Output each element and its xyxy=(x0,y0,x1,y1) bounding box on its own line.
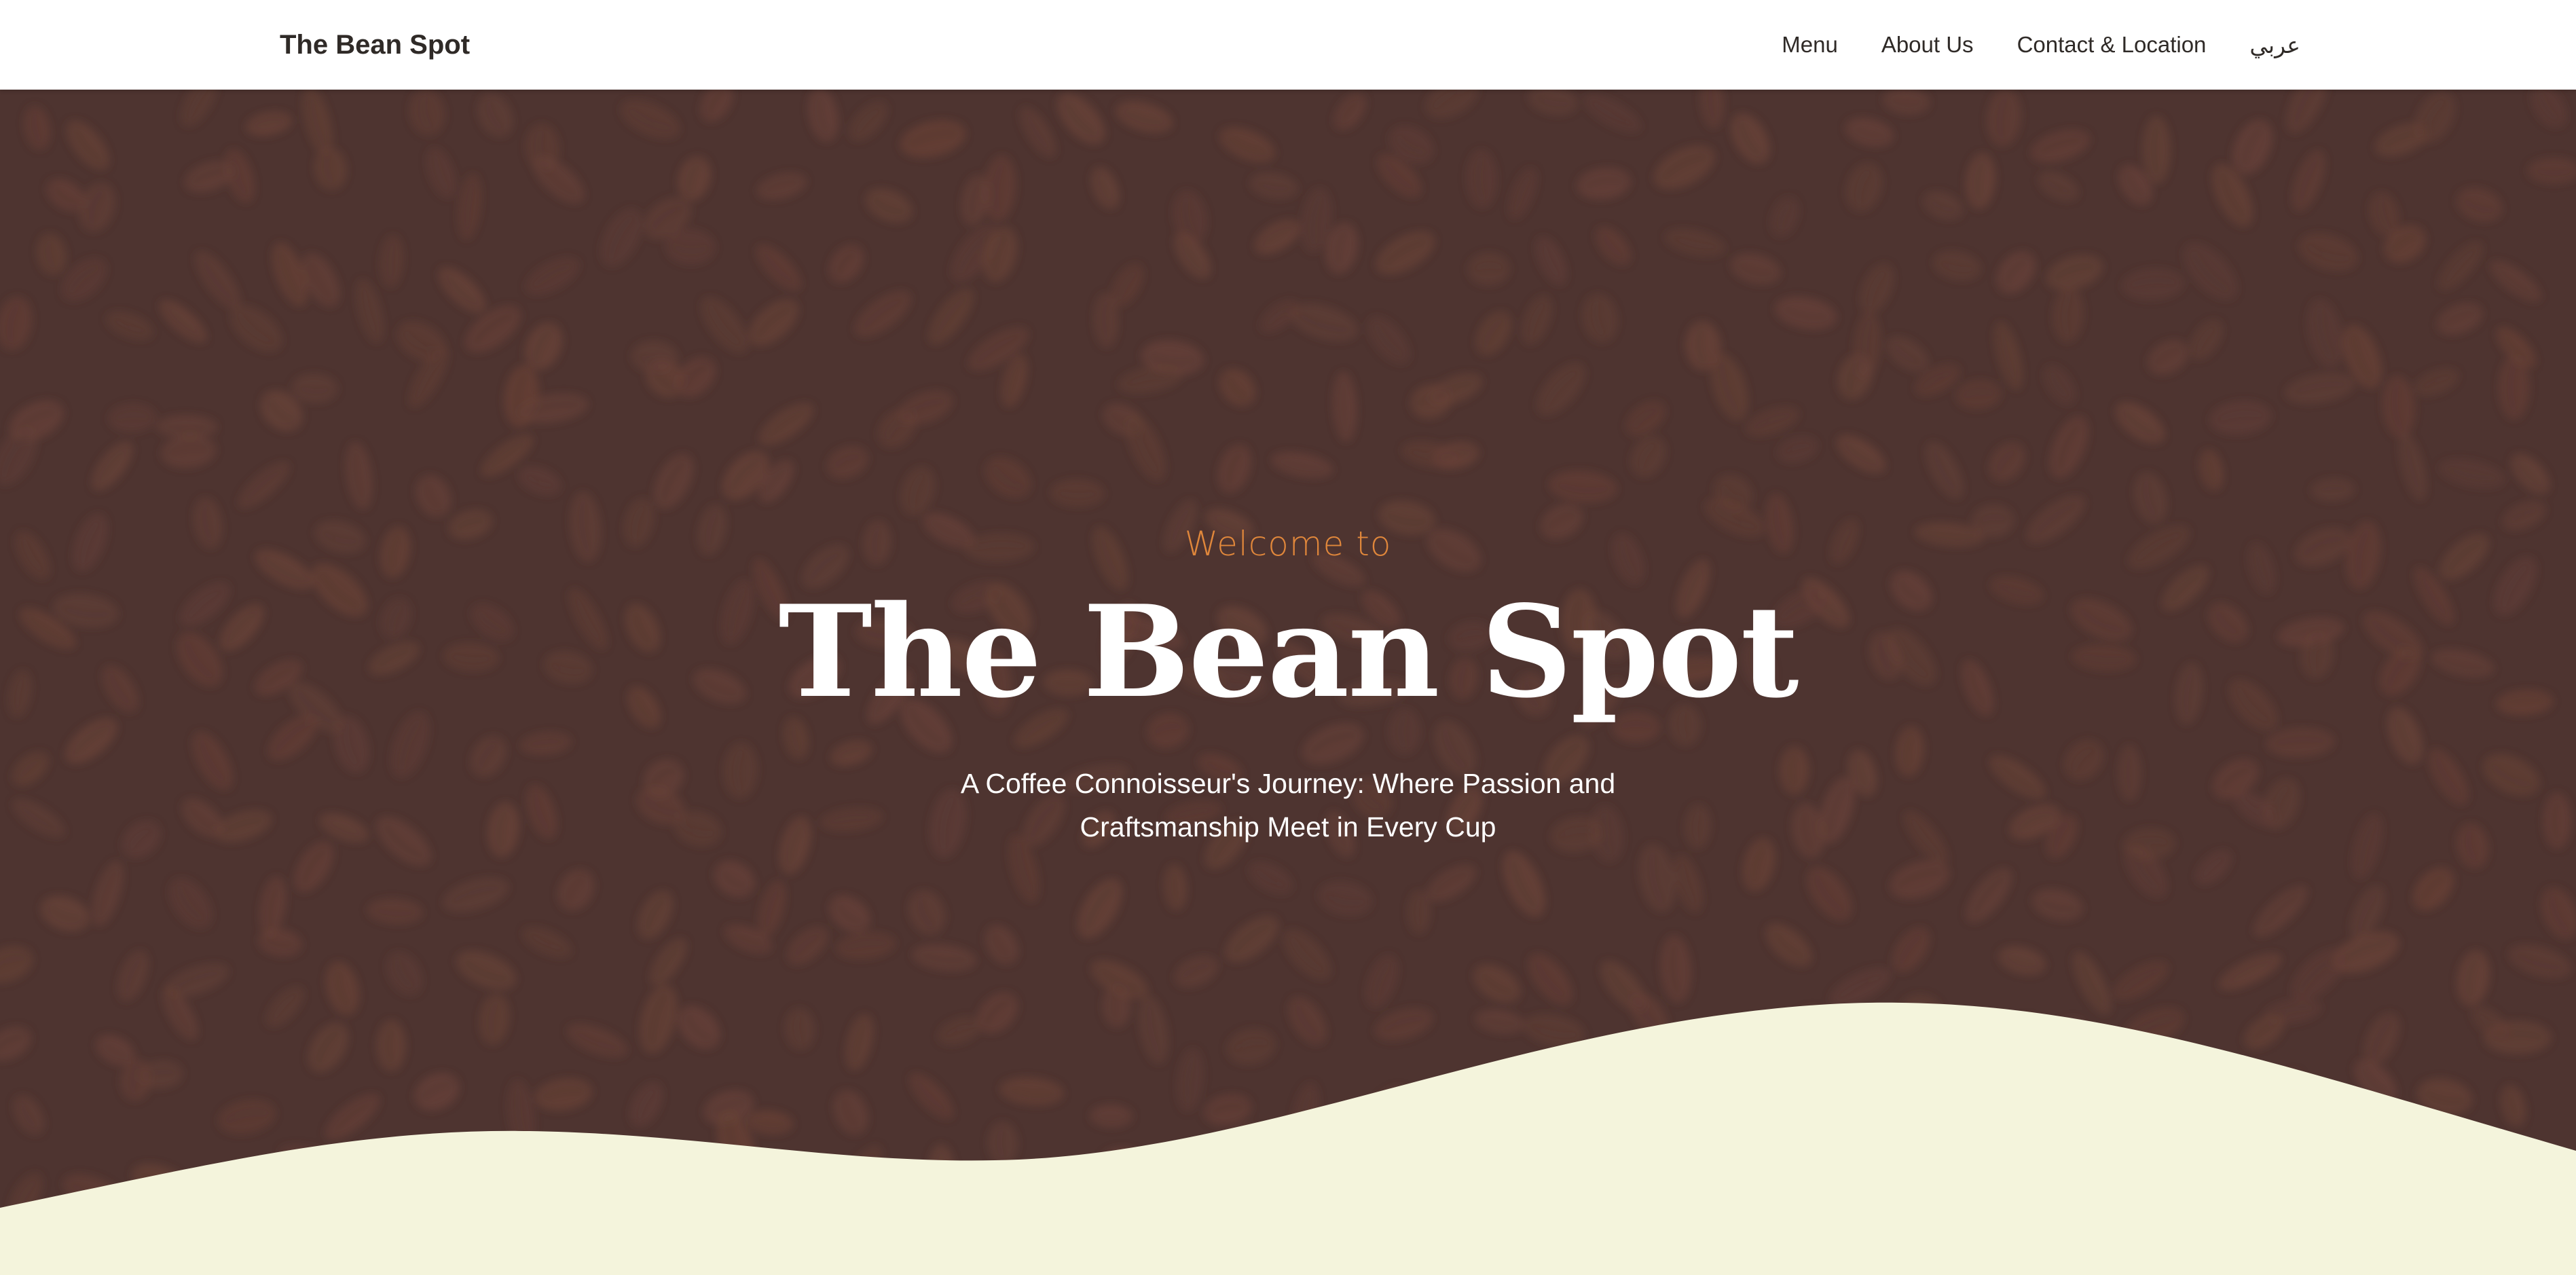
language-switch-arabic[interactable]: عربي xyxy=(2249,32,2300,58)
brand-logo-link[interactable]: The Bean Spot xyxy=(280,0,470,90)
hero-welcome-text: Welcome to xyxy=(1184,524,1392,563)
hero-title: The Bean Spot xyxy=(778,577,1799,726)
hero-tagline: A Coffee Connoisseur's Journey: Where Pa… xyxy=(960,768,1616,843)
hero-section: Welcome to The Bean Spot A Coffee Connoi… xyxy=(0,90,2576,1275)
nav-link-menu[interactable]: Menu xyxy=(1782,32,1838,58)
nav-link-about-us[interactable]: About Us xyxy=(1881,32,1974,58)
navbar: The Bean Spot Menu About Us Contact & Lo… xyxy=(0,0,2576,90)
nav-links: Menu About Us Contact & Location عربي xyxy=(1782,0,2300,90)
nav-link-contact-location[interactable]: Contact & Location xyxy=(2017,32,2207,58)
